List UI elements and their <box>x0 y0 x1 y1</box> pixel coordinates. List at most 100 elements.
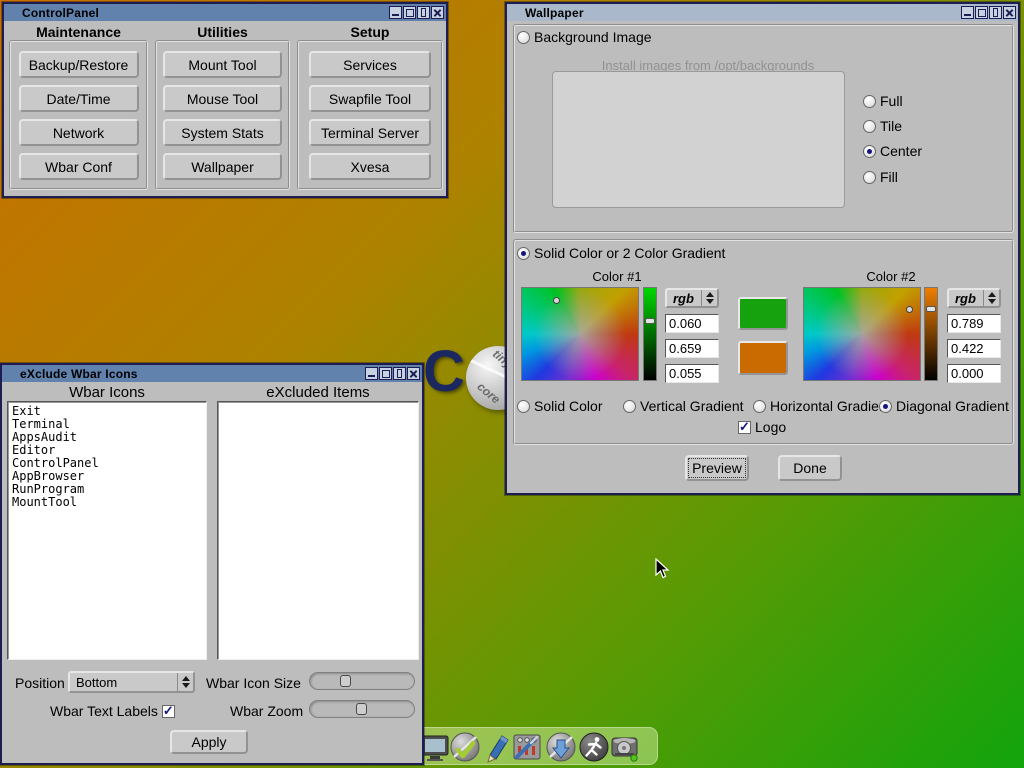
zoom-slider[interactable] <box>309 700 415 718</box>
background-image-list[interactable] <box>552 71 845 208</box>
text-labels-checkbox[interactable] <box>162 705 175 718</box>
solid-color-radio[interactable] <box>517 400 530 413</box>
wbar-icons-header: Wbar Icons <box>7 384 207 401</box>
icon-size-slider-handle[interactable] <box>340 675 351 687</box>
minimize-button[interactable] <box>961 6 974 19</box>
solid-gradient-radio[interactable] <box>517 247 530 260</box>
mode-tile-radio[interactable] <box>863 120 876 133</box>
color1-swatch[interactable] <box>738 297 788 330</box>
zoom-label: Wbar Zoom <box>230 703 303 719</box>
date-time-button[interactable]: Date/Time <box>19 85 139 112</box>
horizontal-gradient-radio[interactable] <box>753 400 766 413</box>
xvesa-button[interactable]: Xvesa <box>309 153 431 180</box>
logo-checkbox[interactable] <box>738 421 751 434</box>
mouse-tool-button[interactable]: Mouse Tool <box>163 85 282 112</box>
color2-hue-square[interactable] <box>803 287 921 381</box>
zoom-slider-handle[interactable] <box>356 703 367 715</box>
color2-marker[interactable] <box>906 306 913 313</box>
utilities-group: Mount Tool Mouse Tool System Stats Wallp… <box>155 40 290 190</box>
mode-tile-label: Tile <box>880 118 902 134</box>
window-title: ControlPanel <box>22 6 99 20</box>
wallpaper-titlebar[interactable]: Wallpaper <box>507 4 1018 21</box>
services-button[interactable]: Services <box>309 51 431 78</box>
position-dropdown[interactable]: Bottom <box>68 671 195 693</box>
mode-fill-radio[interactable] <box>863 171 876 184</box>
preview-button[interactable]: Preview <box>685 455 749 481</box>
app-browser-icon[interactable] <box>545 731 577 763</box>
background-image-radio[interactable] <box>517 31 530 44</box>
color2-r-field[interactable] <box>947 314 1001 333</box>
color1-value-handle[interactable] <box>645 318 655 324</box>
mode-center-radio[interactable] <box>863 145 876 158</box>
color2-value-handle[interactable] <box>926 306 936 312</box>
close-button[interactable] <box>1003 6 1016 19</box>
network-button[interactable]: Network <box>19 119 139 146</box>
swapfile-tool-button[interactable]: Swapfile Tool <box>309 85 431 112</box>
editor-icon[interactable] <box>482 731 514 763</box>
run-program-icon[interactable] <box>578 731 610 763</box>
color2-mode-choice[interactable]: rgb <box>947 288 1001 308</box>
control-panel-titlebar[interactable]: ControlPanel <box>4 4 446 21</box>
color1-b-field[interactable] <box>665 364 719 383</box>
desktop: C tiny core <box>0 0 1024 768</box>
color2-b-field[interactable] <box>947 364 1001 383</box>
wbar-icons-list[interactable]: Exit Terminal AppsAudit Editor ControlPa… <box>7 401 207 660</box>
control-panel-icon[interactable] <box>511 731 543 763</box>
diagonal-gradient-label: Diagonal Gradient <box>896 398 1009 414</box>
background-image-label: Background Image <box>534 29 652 45</box>
vertical-gradient-label: Vertical Gradient <box>640 398 744 414</box>
diagonal-gradient-radio[interactable] <box>879 400 892 413</box>
icon-size-label: Wbar Icon Size <box>206 675 301 691</box>
color2-swatch[interactable] <box>738 341 788 375</box>
done-button[interactable]: Done <box>778 455 842 481</box>
apply-button[interactable]: Apply <box>170 730 248 754</box>
mode-full-radio[interactable] <box>863 95 876 108</box>
minimize-button[interactable] <box>365 367 378 380</box>
shade-button[interactable] <box>989 6 1002 19</box>
backup-restore-button[interactable]: Backup/Restore <box>19 51 139 78</box>
system-stats-button[interactable]: System Stats <box>163 119 282 146</box>
maximize-button[interactable] <box>379 367 392 380</box>
vertical-gradient-radio[interactable] <box>623 400 636 413</box>
maximize-button[interactable] <box>403 6 416 19</box>
updown-arrows-icon <box>701 290 717 306</box>
updown-arrows-icon <box>177 673 193 691</box>
window-title: eXclude Wbar Icons <box>20 367 138 381</box>
terminal-server-button[interactable]: Terminal Server <box>309 119 431 146</box>
excluded-items-list[interactable] <box>217 401 419 660</box>
solid-color-label: Solid Color <box>534 398 602 414</box>
mount-tool-icon[interactable] <box>609 731 641 763</box>
close-button[interactable] <box>431 6 444 19</box>
wallpaper-button[interactable]: Wallpaper <box>163 153 282 180</box>
color2-value-bar[interactable] <box>924 287 938 381</box>
position-label: Position <box>15 675 65 691</box>
text-labels-label: Wbar Text Labels <box>50 703 158 719</box>
color1-g-field[interactable] <box>665 339 719 358</box>
color1-r-field[interactable] <box>665 314 719 333</box>
close-button[interactable] <box>407 367 420 380</box>
color1-label: Color #1 <box>537 269 697 284</box>
shade-button[interactable] <box>417 6 430 19</box>
wbar-dock <box>412 727 658 765</box>
color1-marker[interactable] <box>553 297 560 304</box>
maximize-button[interactable] <box>975 6 988 19</box>
color1-mode-value: rgb <box>667 291 701 306</box>
color1-mode-choice[interactable]: rgb <box>665 288 719 308</box>
color2-g-field[interactable] <box>947 339 1001 358</box>
mount-tool-button[interactable]: Mount Tool <box>163 51 282 78</box>
color2-mode-value: rgb <box>949 291 983 306</box>
mode-full-label: Full <box>880 93 903 109</box>
shade-button[interactable] <box>393 367 406 380</box>
wbar-conf-button[interactable]: Wbar Conf <box>19 153 139 180</box>
color1-hue-square[interactable] <box>521 287 639 381</box>
excluded-items-header: eXcluded Items <box>217 384 419 401</box>
column-header-maintenance: Maintenance <box>9 24 148 40</box>
color1-value-bar[interactable] <box>643 287 657 381</box>
exclude-wbar-titlebar[interactable]: eXclude Wbar Icons <box>2 365 422 382</box>
apps-audit-icon[interactable] <box>449 731 481 763</box>
list-item[interactable]: MountTool <box>12 496 202 509</box>
mode-center-label: Center <box>880 143 922 159</box>
exclude-wbar-window: eXclude Wbar Icons Wbar Icons eXcluded I… <box>0 363 424 765</box>
minimize-button[interactable] <box>389 6 402 19</box>
icon-size-slider[interactable] <box>309 672 415 690</box>
